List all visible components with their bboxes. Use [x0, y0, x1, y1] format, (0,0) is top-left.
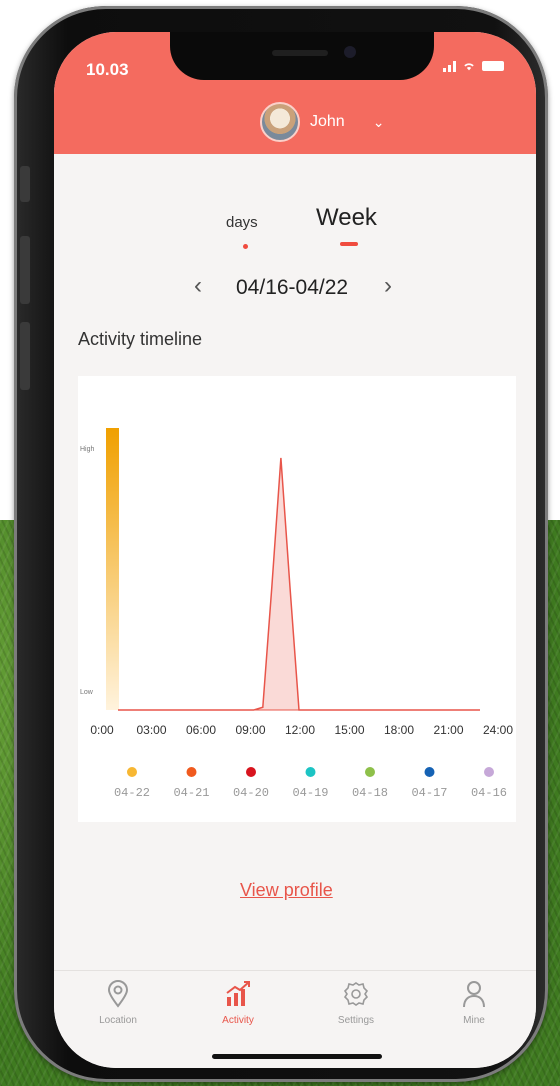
chevron-right-icon[interactable]: ›	[384, 272, 392, 300]
nav-label-mine: Mine	[463, 1015, 485, 1026]
x-tick-label: 09:00	[235, 723, 265, 737]
tab-days[interactable]: days	[226, 214, 258, 231]
legend-dot	[246, 767, 256, 777]
date-navigator: ‹ 04/16-04/22 ›	[54, 268, 536, 308]
x-tick-label: 21:00	[433, 723, 463, 737]
user-name: John	[310, 113, 345, 130]
date-range: 04/16-04/22	[236, 276, 349, 299]
legend-label: 04-16	[471, 786, 507, 800]
tab-week-indicator	[340, 242, 358, 246]
chevron-left-icon[interactable]: ‹	[194, 272, 202, 300]
nav-label-location: Location	[99, 1015, 137, 1026]
home-indicator	[212, 1054, 382, 1059]
status-time: 10.03	[86, 60, 129, 79]
battery-icon	[482, 61, 504, 71]
avatar	[260, 102, 300, 142]
x-tick-label: 18:00	[384, 723, 414, 737]
mute-switch	[20, 166, 30, 202]
x-tick-label: 0:00	[90, 723, 114, 737]
location-pin-icon	[107, 980, 129, 1008]
x-tick-label: 24:00	[483, 723, 513, 737]
legend-label: 04-22	[114, 786, 150, 800]
nav-label-settings: Settings	[337, 1015, 375, 1026]
status-icons	[443, 59, 504, 73]
legend-label: 04-17	[411, 786, 447, 800]
y-tick-label: High	[80, 446, 95, 453]
series-area	[118, 457, 480, 710]
activity-intensity-bar	[106, 428, 119, 710]
legend-dot	[186, 767, 197, 777]
chevron-down-icon: ⌄	[372, 113, 385, 130]
gear-icon	[343, 982, 369, 1006]
phone-screen: 10.03 John ⌄ days Week ‹ 04/16-04/22 › A…	[54, 32, 536, 1068]
legend-label: 04-20	[233, 786, 269, 800]
volume-up-button	[20, 236, 30, 304]
x-tick-label: 03:00	[136, 723, 166, 737]
nav-item-location[interactable]: Location	[78, 979, 158, 1026]
x-tick-label: 15:00	[334, 723, 364, 737]
legend-dot	[365, 767, 375, 777]
notch	[170, 32, 434, 80]
x-tick-label: 06:00	[186, 723, 216, 737]
nav-label-activity: Activity	[222, 1015, 254, 1026]
activity-chart-icon	[226, 981, 250, 1006]
cellular-signal-icon	[443, 60, 456, 72]
phone-frame: 10.03 John ⌄ days Week ‹ 04/16-04/22 › A…	[14, 6, 548, 1082]
nav-item-settings[interactable]: Settings	[316, 979, 396, 1026]
legend-dot	[305, 767, 316, 777]
user-selector[interactable]: John ⌄	[260, 102, 384, 142]
series-line	[118, 457, 480, 711]
y-tick-label: Low	[80, 689, 94, 696]
view-profile-link[interactable]: View profile	[240, 880, 333, 901]
person-icon	[463, 981, 485, 1008]
activity-chart-card: High Low 0:00 03:00 06:00 09:00 12:00 15:00 18:0…	[78, 376, 516, 822]
wifi-icon	[464, 63, 474, 71]
legend-label: 04-18	[352, 786, 388, 800]
legend-label: 04-19	[292, 786, 328, 800]
legend-dot	[484, 767, 494, 777]
section-title: Activity timeline	[78, 329, 203, 349]
legend-label: 04-21	[173, 786, 209, 800]
tab-days-indicator	[243, 244, 248, 249]
tab-week[interactable]: Week	[316, 204, 377, 232]
legend-dot	[127, 767, 137, 777]
nav-item-mine[interactable]: Mine	[434, 979, 514, 1026]
period-tabs: days Week	[54, 200, 536, 260]
legend-dot	[424, 767, 435, 777]
activity-chart: High Low 0:00 03:00 06:00 09:00 12:00 15:00 18:0…	[80, 428, 513, 800]
nav-item-activity[interactable]: Activity	[198, 979, 278, 1026]
volume-down-button	[20, 322, 30, 390]
x-tick-label: 12:00	[285, 723, 315, 737]
